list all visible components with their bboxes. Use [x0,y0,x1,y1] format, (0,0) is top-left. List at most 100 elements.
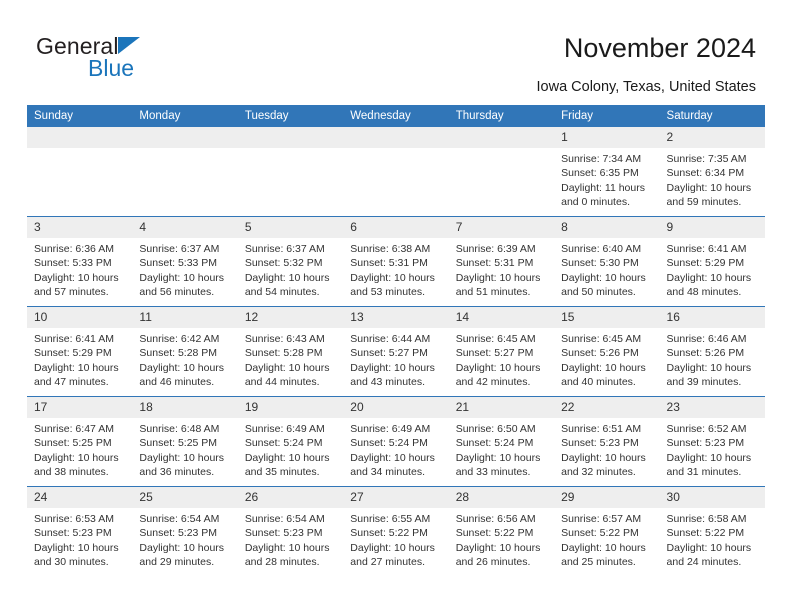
calendar-day-cell[interactable]: 21 Sunrise: 6:50 AM Sunset: 5:24 PM Dayligh… [448,396,555,487]
sunset-time: Sunset: 5:22 PM [350,527,428,540]
sunrise-sunset-calendar: Sunday Monday Tuesday Wednesday Thursday… [27,105,765,576]
calendar-day-cell[interactable]: 5 Sunrise: 6:37 AM Sunset: 5:32 PM Daylight… [237,216,344,307]
daylight-duration-line1: Daylight: 10 hours [350,271,435,284]
day-details: Sunrise: 6:43 AM Sunset: 5:28 PM Daylight:… [238,328,343,390]
calendar-week-row: 10 Sunrise: 6:41 AM Sunset: 5:29 PM Dayligh… [27,306,765,397]
generalblue-logo[interactable]: General Blue [36,33,266,85]
day-number: 4 [132,217,238,238]
calendar-day-cell[interactable]: 6 Sunrise: 6:38 AM Sunset: 5:31 PM Daylight… [343,216,449,307]
sunrise-time: Sunrise: 6:58 AM [666,513,747,525]
calendar-day-cell[interactable]: 25 Sunrise: 6:54 AM Sunset: 5:23 PM Dayligh… [132,486,238,576]
sunset-time: Sunset: 5:23 PM [666,437,745,450]
calendar-day-cell[interactable]: 4 Sunrise: 6:37 AM Sunset: 5:33 PM Daylight… [132,216,238,307]
day-number: 7 [448,217,555,238]
calendar-day-cell[interactable]: 19 Sunrise: 6:49 AM Sunset: 5:24 PM Dayligh… [237,396,344,487]
day-details: Sunrise: 6:42 AM Sunset: 5:28 PM Daylight:… [132,328,237,390]
calendar-day-cell[interactable]: 14 Sunrise: 6:45 AM Sunset: 5:27 PM Dayligh… [448,306,555,397]
sunrise-time: Sunrise: 6:49 AM [244,423,325,435]
daylight-duration-line2: and 27 minutes. [350,556,425,569]
daylight-duration-line1: Daylight: 10 hours [561,451,646,464]
weekday-header-tuesday: Tuesday [237,105,344,127]
calendar-week-row: 24 Sunrise: 6:53 AM Sunset: 5:23 PM Dayligh… [27,486,765,576]
calendar-cell-empty [448,127,555,217]
daylight-duration-line2: and 25 minutes. [561,556,636,569]
calendar-day-cell[interactable]: 10 Sunrise: 6:41 AM Sunset: 5:29 PM Dayligh… [27,306,133,397]
sunset-time: Sunset: 5:24 PM [350,437,428,450]
sunrise-time: Sunrise: 6:37 AM [139,243,220,255]
calendar-day-cell[interactable]: 1 Sunrise: 7:34 AM Sunset: 6:35 PM Daylight… [554,127,660,217]
calendar-day-cell[interactable]: 24 Sunrise: 6:53 AM Sunset: 5:23 PM Dayligh… [27,486,133,576]
page-title: November 2024 [563,33,756,63]
day-number: 27 [343,487,449,508]
calendar-day-cell[interactable]: 3 Sunrise: 6:36 AM Sunset: 5:33 PM Daylight… [27,216,133,307]
day-number: 24 [27,487,133,508]
calendar-day-cell[interactable]: 12 Sunrise: 6:43 AM Sunset: 5:28 PM Dayligh… [237,306,344,397]
daylight-duration-line2: and 48 minutes. [666,286,742,299]
daylight-duration-line1: Daylight: 10 hours [666,271,752,284]
daylight-duration-line2: and 50 minutes. [561,286,636,299]
calendar-day-cell[interactable]: 8 Sunrise: 6:40 AM Sunset: 5:30 PM Daylight… [554,216,660,307]
daylight-duration-line1: Daylight: 10 hours [139,271,225,284]
weekday-header-monday: Monday [132,105,238,127]
day-number: 19 [237,397,344,418]
day-details: Sunrise: 6:41 AM Sunset: 5:29 PM Daylight:… [27,328,132,390]
calendar-day-cell[interactable]: 16 Sunrise: 6:46 AM Sunset: 5:26 PM Dayligh… [659,306,765,397]
daylight-duration-line2: and 26 minutes. [455,556,531,569]
sunset-time: Sunset: 5:29 PM [34,347,112,360]
daylight-duration-line2: and 31 minutes. [666,466,742,479]
day-details: Sunrise: 6:52 AM Sunset: 5:23 PM Daylight:… [660,418,765,480]
day-number: 23 [659,397,765,418]
calendar-day-cell[interactable]: 15 Sunrise: 6:45 AM Sunset: 5:26 PM Dayligh… [554,306,660,397]
day-number: 16 [659,307,765,328]
day-number [132,127,238,148]
sunrise-time: Sunrise: 6:49 AM [350,423,431,435]
day-number: 1 [554,127,660,148]
calendar-day-cell[interactable]: 7 Sunrise: 6:39 AM Sunset: 5:31 PM Daylight… [448,216,555,307]
sunrise-time: Sunrise: 6:39 AM [455,243,536,255]
calendar-day-cell[interactable]: 17 Sunrise: 6:47 AM Sunset: 5:25 PM Dayligh… [27,396,133,487]
calendar-day-cell[interactable]: 22 Sunrise: 6:51 AM Sunset: 5:23 PM Dayligh… [554,396,660,487]
day-details: Sunrise: 6:44 AM Sunset: 5:27 PM Daylight:… [343,328,448,390]
calendar-day-cell[interactable]: 9 Sunrise: 6:41 AM Sunset: 5:29 PM Daylight… [659,216,765,307]
day-details: Sunrise: 7:35 AM Sunset: 6:34 PM Daylight:… [660,148,765,210]
daylight-duration-line2: and 30 minutes. [34,556,109,569]
sunset-time: Sunset: 5:27 PM [350,347,428,360]
daylight-duration-line1: Daylight: 10 hours [561,271,646,284]
daylight-duration-line1: Daylight: 10 hours [244,271,330,284]
calendar-day-cell[interactable]: 23 Sunrise: 6:52 AM Sunset: 5:23 PM Dayligh… [659,396,765,487]
calendar-week-row: 1 Sunrise: 7:34 AM Sunset: 6:35 PM Daylight… [27,127,765,217]
calendar-day-cell[interactable]: 29 Sunrise: 6:57 AM Sunset: 5:22 PM Dayligh… [554,486,660,576]
daylight-duration-line2: and 32 minutes. [561,466,636,479]
calendar-day-cell[interactable]: 27 Sunrise: 6:55 AM Sunset: 5:22 PM Dayligh… [343,486,449,576]
calendar-day-cell[interactable]: 2 Sunrise: 7:35 AM Sunset: 6:34 PM Daylight… [659,127,765,217]
calendar-day-cell[interactable]: 30 Sunrise: 6:58 AM Sunset: 5:22 PM Dayligh… [659,486,765,576]
day-details: Sunrise: 6:53 AM Sunset: 5:23 PM Daylight:… [27,508,132,570]
day-details: Sunrise: 6:49 AM Sunset: 5:24 PM Daylight:… [238,418,343,480]
sunset-time: Sunset: 5:24 PM [244,437,323,450]
day-number: 22 [554,397,660,418]
daylight-duration-line2: and 0 minutes. [561,196,630,209]
day-number: 2 [659,127,765,148]
daylight-duration-line1: Daylight: 10 hours [561,541,646,554]
daylight-duration-line1: Daylight: 10 hours [34,541,119,554]
day-details: Sunrise: 6:56 AM Sunset: 5:22 PM Daylight:… [449,508,554,570]
day-number: 13 [343,307,449,328]
day-details: Sunrise: 6:57 AM Sunset: 5:22 PM Daylight:… [554,508,659,570]
sunset-time: Sunset: 5:29 PM [666,257,745,270]
day-number: 30 [659,487,765,508]
calendar-day-cell[interactable]: 18 Sunrise: 6:48 AM Sunset: 5:25 PM Dayligh… [132,396,238,487]
weekday-header-friday: Friday [554,105,660,127]
sunrise-time: Sunrise: 6:36 AM [34,243,114,255]
calendar-day-cell[interactable]: 28 Sunrise: 6:56 AM Sunset: 5:22 PM Dayligh… [448,486,555,576]
calendar-day-cell[interactable]: 11 Sunrise: 6:42 AM Sunset: 5:28 PM Dayligh… [132,306,238,397]
calendar-day-cell[interactable]: 13 Sunrise: 6:44 AM Sunset: 5:27 PM Dayligh… [343,306,449,397]
sunset-time: Sunset: 5:23 PM [34,527,112,540]
daylight-duration-line2: and 33 minutes. [455,466,531,479]
day-details: Sunrise: 6:48 AM Sunset: 5:25 PM Daylight:… [132,418,237,480]
day-number: 26 [237,487,344,508]
day-number: 28 [448,487,555,508]
calendar-day-cell[interactable]: 20 Sunrise: 6:49 AM Sunset: 5:24 PM Dayligh… [343,396,449,487]
sunrise-time: Sunrise: 6:47 AM [34,423,114,435]
daylight-duration-line2: and 53 minutes. [350,286,425,299]
calendar-day-cell[interactable]: 26 Sunrise: 6:54 AM Sunset: 5:23 PM Dayligh… [237,486,344,576]
